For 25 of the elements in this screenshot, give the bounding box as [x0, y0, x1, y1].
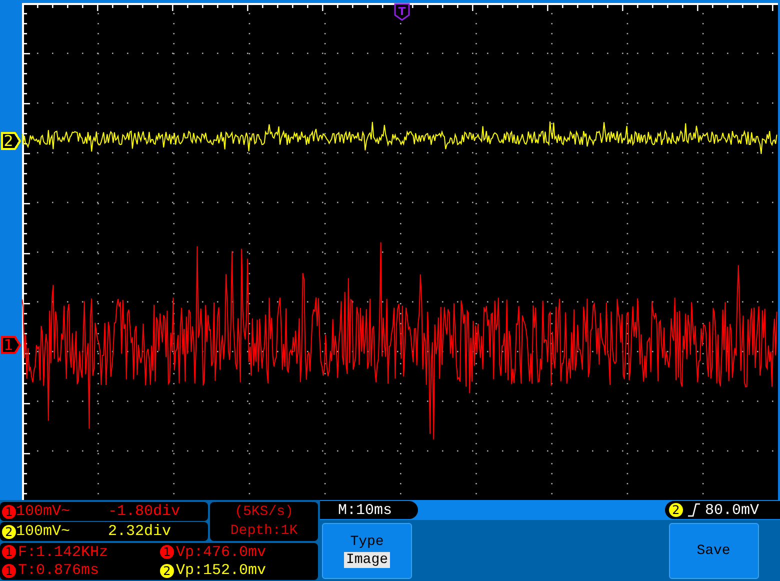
trigger-level: 80.0mV	[705, 502, 760, 518]
rising-edge-icon	[687, 503, 701, 517]
channel-badge: 2	[160, 564, 174, 578]
save-softkey[interactable]: Save	[668, 523, 758, 579]
channel-badge: 1	[160, 545, 174, 560]
channel-badge: 2	[2, 524, 16, 538]
measurement-value: F:1.142KHz	[18, 544, 108, 561]
channel-marker[interactable]: 2	[1, 132, 21, 150]
memory-depth: Depth:1K	[230, 522, 298, 540]
measurement-value: Vp:476.0mv	[176, 544, 266, 561]
vertical-offset: 2.32div	[108, 523, 172, 540]
measurement-value: Vp:152.0mv	[176, 562, 266, 580]
channel-badge: 1	[2, 504, 16, 518]
measurement-value: T:0.876ms	[18, 562, 100, 580]
vertical-offset: -1.80div	[108, 503, 180, 520]
channel-marker[interactable]: 1	[1, 336, 21, 354]
vertical-scale: 100mV~	[16, 503, 72, 520]
channel-badge: 1	[2, 545, 16, 560]
trigger-position-marker[interactable]: T	[394, 3, 410, 21]
sample-rate: (5KS/s)	[234, 502, 294, 522]
channel-badge: 1	[2, 564, 16, 578]
timebase-readout: M:10ms	[320, 501, 418, 519]
vertical-scale: 100mV~	[16, 523, 72, 540]
type-softkey[interactable]: Type Image	[322, 523, 412, 579]
channel-badge: 2	[669, 503, 683, 517]
